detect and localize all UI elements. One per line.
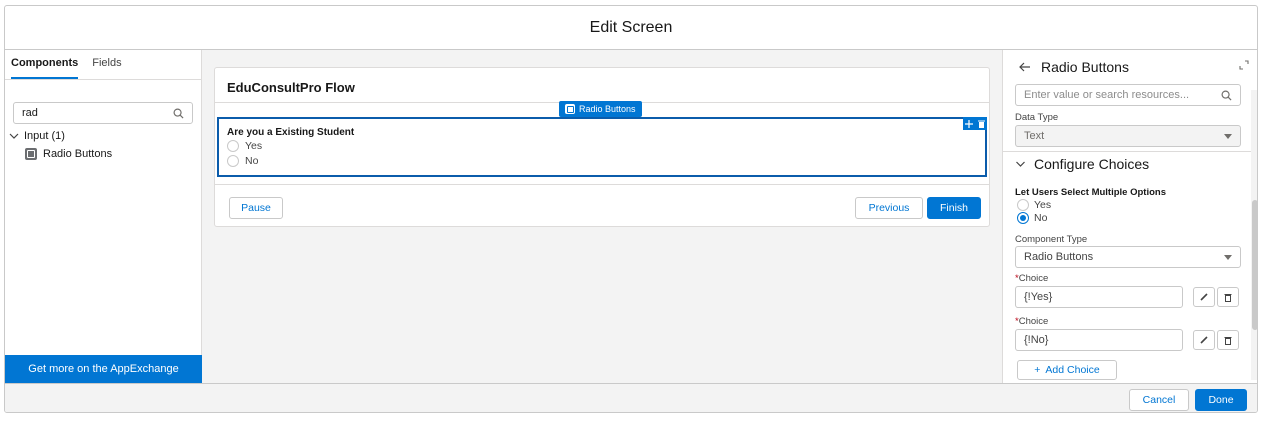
component-type-label: Component Type [1015, 234, 1088, 245]
divider [1003, 151, 1257, 152]
selected-component-tag: Radio Buttons [559, 101, 642, 117]
data-type-select: Text [1015, 125, 1241, 147]
chevron-down-icon [1016, 161, 1025, 167]
option-label: No [245, 155, 259, 167]
edit-choice-1-button[interactable] [1193, 287, 1215, 307]
multi-select-label: Let Users Select Multiple Options [1015, 187, 1166, 198]
delete-choice-2-button[interactable] [1217, 330, 1239, 350]
radio-buttons-icon [25, 148, 37, 160]
properties-scrollbar[interactable] [1251, 90, 1257, 380]
choice-2-input[interactable]: {!No} [1015, 329, 1183, 351]
chevron-down-icon [1224, 133, 1232, 139]
appexchange-link[interactable]: Get more on the AppExchange [5, 355, 202, 383]
choice-2-label: *Choice [1015, 316, 1048, 327]
option-label: Yes [1034, 199, 1052, 211]
chevron-down-icon [9, 133, 19, 139]
tab-components[interactable]: Components [11, 57, 79, 79]
component-type-value: Radio Buttons [1024, 251, 1094, 263]
tab-fields[interactable]: Fields [92, 57, 121, 79]
screen-canvas: EduConsultPro Flow Radio Buttons Are you… [202, 50, 1002, 383]
previous-button[interactable]: Previous [855, 197, 923, 219]
properties-header: Radio Buttons [1003, 50, 1257, 84]
choice-1-label: *Choice [1015, 273, 1048, 284]
cancel-button[interactable]: Cancel [1129, 389, 1189, 411]
divider [215, 184, 989, 185]
data-type-value: Text [1024, 130, 1045, 142]
screen-preview-card: EduConsultPro Flow Radio Buttons Are you… [214, 67, 990, 227]
flow-title: EduConsultPro Flow [227, 80, 355, 95]
choice-value: {!No} [1024, 334, 1049, 346]
tree-group-input[interactable]: Input (1) [9, 130, 65, 142]
radio-circle [1017, 199, 1029, 211]
radio-buttons-icon [565, 104, 575, 114]
tree-group-label: Input (1) [24, 130, 65, 142]
modal-title: Edit Screen [5, 6, 1257, 50]
component-search-input[interactable]: rad [13, 102, 193, 124]
multi-select-no[interactable]: No [1017, 212, 1047, 224]
search-value: rad [22, 107, 38, 119]
back-arrow-icon[interactable] [1019, 62, 1031, 72]
trash-icon[interactable] [977, 120, 985, 128]
properties-panel: Radio Buttons Enter value or search reso… [1002, 50, 1257, 383]
plus-icon: + [1034, 364, 1041, 376]
component-toolbar [963, 117, 987, 130]
component-radio-buttons[interactable]: Radio Buttons [25, 148, 112, 160]
trash-icon [1224, 293, 1232, 302]
modal-footer: Cancel Done [5, 383, 1257, 412]
search-placeholder: Enter value or search resources... [1024, 89, 1190, 101]
question-label: Are you a Existing Student [227, 127, 355, 138]
delete-choice-1-button[interactable] [1217, 287, 1239, 307]
radio-option-no[interactable]: No [227, 155, 258, 167]
move-icon[interactable] [965, 119, 974, 128]
choice-label-text: Choice [1018, 273, 1049, 284]
selected-radio-component[interactable]: Are you a Existing Student Yes No [217, 117, 987, 177]
edit-choice-2-button[interactable] [1193, 330, 1215, 350]
component-type-select[interactable]: Radio Buttons [1015, 246, 1241, 268]
component-tag-label: Radio Buttons [579, 104, 636, 114]
option-label: Yes [245, 140, 263, 152]
pause-button[interactable]: Pause [229, 197, 283, 219]
add-choice-button[interactable]: + Add Choice [1017, 360, 1117, 380]
multi-select-yes[interactable]: Yes [1017, 199, 1051, 211]
chevron-down-icon [1224, 254, 1232, 260]
finish-button[interactable]: Finish [927, 197, 981, 219]
radio-circle-selected [1017, 212, 1029, 224]
radio-circle [227, 155, 239, 167]
section-title: Configure Choices [1034, 156, 1150, 172]
data-type-label: Data Type [1015, 112, 1059, 123]
pencil-icon [1200, 336, 1208, 344]
pencil-icon [1200, 293, 1208, 301]
edit-screen-modal: Edit Screen Components Fields rad Input … [4, 5, 1258, 413]
properties-title: Radio Buttons [1041, 59, 1129, 75]
configure-choices-section[interactable]: Configure Choices [1015, 156, 1149, 172]
search-icon [1221, 90, 1232, 101]
search-icon [173, 108, 184, 119]
choice-1-input[interactable]: {!Yes} [1015, 286, 1183, 308]
expand-icon[interactable] [1239, 60, 1249, 70]
add-choice-label: Add Choice [1045, 364, 1100, 376]
trash-icon [1224, 336, 1232, 345]
scroll-thumb[interactable] [1252, 200, 1257, 330]
choice-label-text: Choice [1018, 316, 1049, 327]
done-button[interactable]: Done [1195, 389, 1247, 411]
choice-value: {!Yes} [1024, 291, 1053, 303]
radio-circle [227, 140, 239, 152]
components-panel: Components Fields rad Input (1) Radio Bu… [5, 50, 202, 383]
option-label: No [1034, 212, 1048, 224]
component-label: Radio Buttons [43, 148, 113, 160]
resource-search-input[interactable]: Enter value or search resources... [1015, 84, 1241, 106]
panel-tabs: Components Fields [5, 50, 201, 80]
radio-option-yes[interactable]: Yes [227, 140, 262, 152]
